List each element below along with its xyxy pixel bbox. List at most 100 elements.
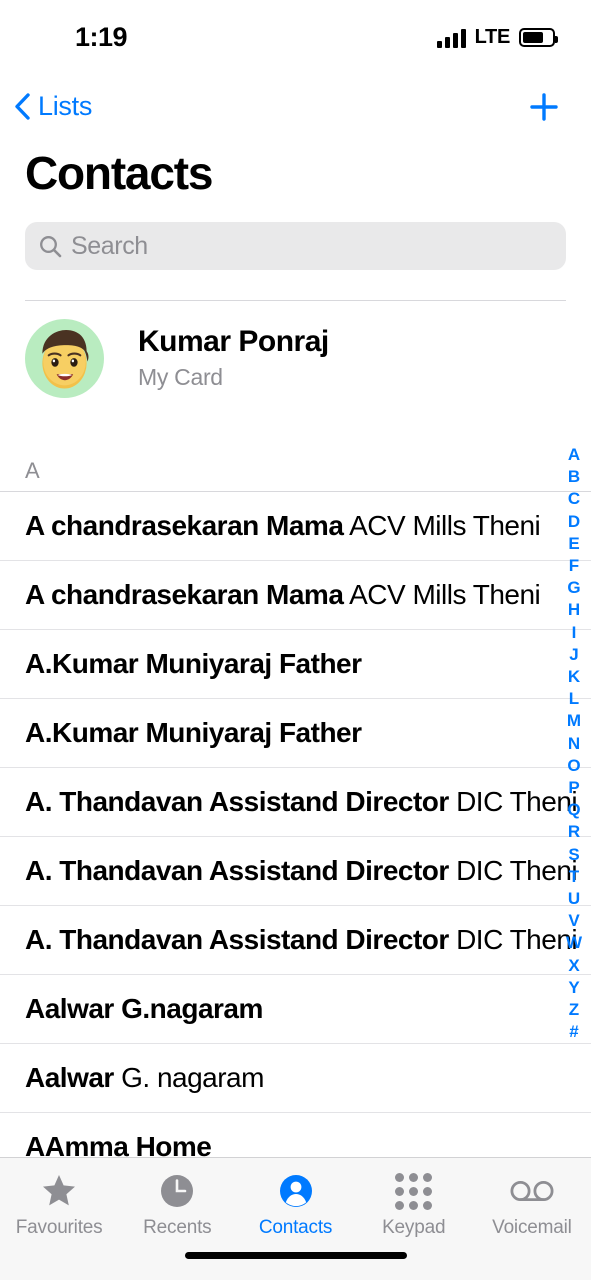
contact-row[interactable]: Aalwar G. nagaram bbox=[0, 1043, 591, 1112]
tab-label: Keypad bbox=[382, 1217, 446, 1238]
index-letter-m[interactable]: M bbox=[567, 710, 581, 732]
tab-voicemail[interactable]: Voicemail bbox=[473, 1172, 591, 1239]
index-letter-b[interactable]: B bbox=[568, 466, 580, 488]
add-contact-button[interactable] bbox=[523, 86, 565, 128]
contact-name: A chandrasekaran Mama ACV Mills Theni bbox=[25, 579, 541, 611]
index-letter-hash[interactable]: # bbox=[569, 1021, 578, 1043]
index-letter-y[interactable]: Y bbox=[568, 977, 579, 999]
battery-icon bbox=[519, 28, 558, 47]
search-placeholder: Search bbox=[71, 231, 148, 260]
index-letter-p[interactable]: P bbox=[568, 777, 579, 799]
carrier-tech-label: LTE bbox=[474, 26, 511, 48]
keypad-grid-icon bbox=[395, 1172, 433, 1210]
contact-name-primary: A. Thandavan Assistand Director bbox=[25, 924, 449, 955]
battery-fill bbox=[523, 32, 544, 43]
index-letter-w[interactable]: W bbox=[566, 932, 582, 954]
chevron-left-icon bbox=[15, 92, 30, 120]
contact-name: A.Kumar Muniyaraj Father bbox=[25, 717, 362, 749]
contact-name-primary: Aalwar bbox=[25, 1062, 114, 1093]
index-letter-v[interactable]: V bbox=[568, 910, 579, 932]
back-button-label: Lists bbox=[38, 90, 93, 121]
contact-name: A.Kumar Muniyaraj Father bbox=[25, 648, 362, 680]
tab-label: Voicemail bbox=[492, 1217, 572, 1238]
voicemail-icon bbox=[509, 1172, 555, 1210]
person-circle-icon bbox=[277, 1172, 315, 1210]
contact-name: A. Thandavan Assistand Director DIC Then… bbox=[25, 924, 578, 956]
contact-name: Aalwar G.nagaram bbox=[25, 993, 263, 1025]
contacts-screen: 1:19 LTE Lists Contacts Search Kumar Pon… bbox=[0, 0, 591, 1280]
my-card-subtitle: My Card bbox=[138, 364, 223, 391]
index-letter-k[interactable]: K bbox=[568, 666, 580, 688]
contact-name-secondary: ACV Mills Theni bbox=[343, 510, 541, 541]
contact-row[interactable]: Aalwar G.nagaram bbox=[0, 974, 591, 1043]
index-letter-j[interactable]: J bbox=[569, 644, 578, 666]
tab-label: Favourites bbox=[15, 1217, 103, 1238]
my-card-row[interactable]: Kumar Ponraj My Card bbox=[25, 310, 566, 406]
status-indicators: LTE bbox=[436, 26, 558, 49]
index-letter-h[interactable]: H bbox=[568, 599, 580, 621]
index-letter-e[interactable]: E bbox=[568, 533, 579, 555]
contact-row[interactable]: A chandrasekaran Mama ACV Mills Theni bbox=[0, 560, 591, 629]
index-letter-f[interactable]: F bbox=[569, 555, 579, 577]
contact-name-primary: A chandrasekaran Mama bbox=[25, 579, 344, 610]
index-letter-t[interactable]: T bbox=[569, 866, 579, 888]
tab-contacts[interactable]: Contacts bbox=[236, 1172, 354, 1239]
my-card-text: Kumar Ponraj My Card bbox=[138, 325, 329, 392]
contact-name-secondary: DIC Theni bbox=[448, 855, 578, 886]
clock-icon bbox=[158, 1172, 196, 1210]
back-button-lists[interactable]: Lists bbox=[14, 84, 92, 128]
contact-name-primary: A.Kumar Muniyaraj Father bbox=[25, 648, 362, 679]
index-letter-c[interactable]: C bbox=[568, 488, 580, 510]
contact-row[interactable]: A. Thandavan Assistand Director DIC Then… bbox=[0, 836, 591, 905]
contact-name-secondary: DIC Theni bbox=[448, 786, 578, 817]
index-letter-o[interactable]: O bbox=[567, 755, 580, 777]
search-input[interactable]: Search bbox=[25, 222, 566, 270]
contact-name-primary: A chandrasekaran Mama bbox=[25, 510, 344, 541]
contacts-list: A chandrasekaran Mama ACV Mills Theni A c… bbox=[0, 491, 591, 1181]
contact-name-primary: A. Thandavan Assistand Director bbox=[25, 855, 449, 886]
star-icon bbox=[40, 1172, 78, 1210]
contact-row[interactable]: A. Thandavan Assistand Director DIC Then… bbox=[0, 767, 591, 836]
contact-row[interactable]: A chandrasekaran Mama ACV Mills Theni bbox=[0, 491, 591, 560]
index-letter-d[interactable]: D bbox=[568, 511, 580, 533]
contact-name-secondary: ACV Mills Theni bbox=[343, 579, 541, 610]
contact-name: A. Thandavan Assistand Director DIC Then… bbox=[25, 786, 578, 818]
index-letter-u[interactable]: U bbox=[568, 888, 580, 910]
signal-bars-icon bbox=[436, 28, 466, 48]
memoji-avatar bbox=[25, 318, 104, 398]
index-letter-n[interactable]: N bbox=[568, 733, 580, 755]
tab-favourites[interactable]: Favourites bbox=[0, 1172, 118, 1239]
index-letter-g[interactable]: G bbox=[567, 577, 580, 599]
tab-keypad[interactable]: Keypad bbox=[355, 1172, 473, 1239]
status-time: 1:19 bbox=[75, 22, 128, 52]
page-title: Contacts bbox=[25, 147, 213, 199]
index-letter-z[interactable]: Z bbox=[569, 999, 579, 1021]
home-indicator bbox=[184, 1252, 407, 1259]
status-bar: 1:19 LTE bbox=[0, 0, 591, 72]
search-icon bbox=[40, 235, 62, 257]
index-letter-x[interactable]: X bbox=[568, 955, 579, 977]
contact-name-secondary: DIC Theni bbox=[448, 924, 578, 955]
index-letter-a[interactable]: A bbox=[568, 444, 580, 466]
index-letter-l[interactable]: L bbox=[569, 688, 579, 710]
contact-name: A chandrasekaran Mama ACV Mills Theni bbox=[25, 510, 541, 542]
index-letter-r[interactable]: R bbox=[568, 821, 580, 843]
contact-row[interactable]: A.Kumar Muniyaraj Father bbox=[0, 698, 591, 767]
tab-label: Contacts bbox=[258, 1217, 333, 1238]
contact-name-secondary: G. nagaram bbox=[113, 1062, 264, 1093]
divider-above-my-card bbox=[25, 300, 566, 301]
contact-row[interactable]: A. Thandavan Assistand Director DIC Then… bbox=[0, 905, 591, 974]
navigation-bar: Lists bbox=[0, 84, 591, 134]
contact-name-primary: A. Thandavan Assistand Director bbox=[25, 786, 449, 817]
contact-row[interactable]: A.Kumar Muniyaraj Father bbox=[0, 629, 591, 698]
alphabet-index-bar[interactable]: A B C D E F G H I J K L M N O P Q R S T U V W X Y Z # bbox=[561, 444, 587, 1043]
section-header-a: A bbox=[25, 458, 40, 483]
index-letter-q[interactable]: Q bbox=[567, 799, 580, 821]
index-letter-s[interactable]: S bbox=[568, 844, 579, 866]
index-letter-i[interactable]: I bbox=[572, 622, 577, 644]
tab-bar: Favourites Recents Contacts Keypad Voicemail bbox=[0, 1157, 591, 1280]
contact-name-primary: A.Kumar Muniyaraj Father bbox=[25, 717, 362, 748]
contact-name-primary: Aalwar G.nagaram bbox=[25, 993, 263, 1024]
contact-name: A. Thandavan Assistand Director DIC Then… bbox=[25, 855, 578, 887]
tab-recents[interactable]: Recents bbox=[118, 1172, 236, 1239]
